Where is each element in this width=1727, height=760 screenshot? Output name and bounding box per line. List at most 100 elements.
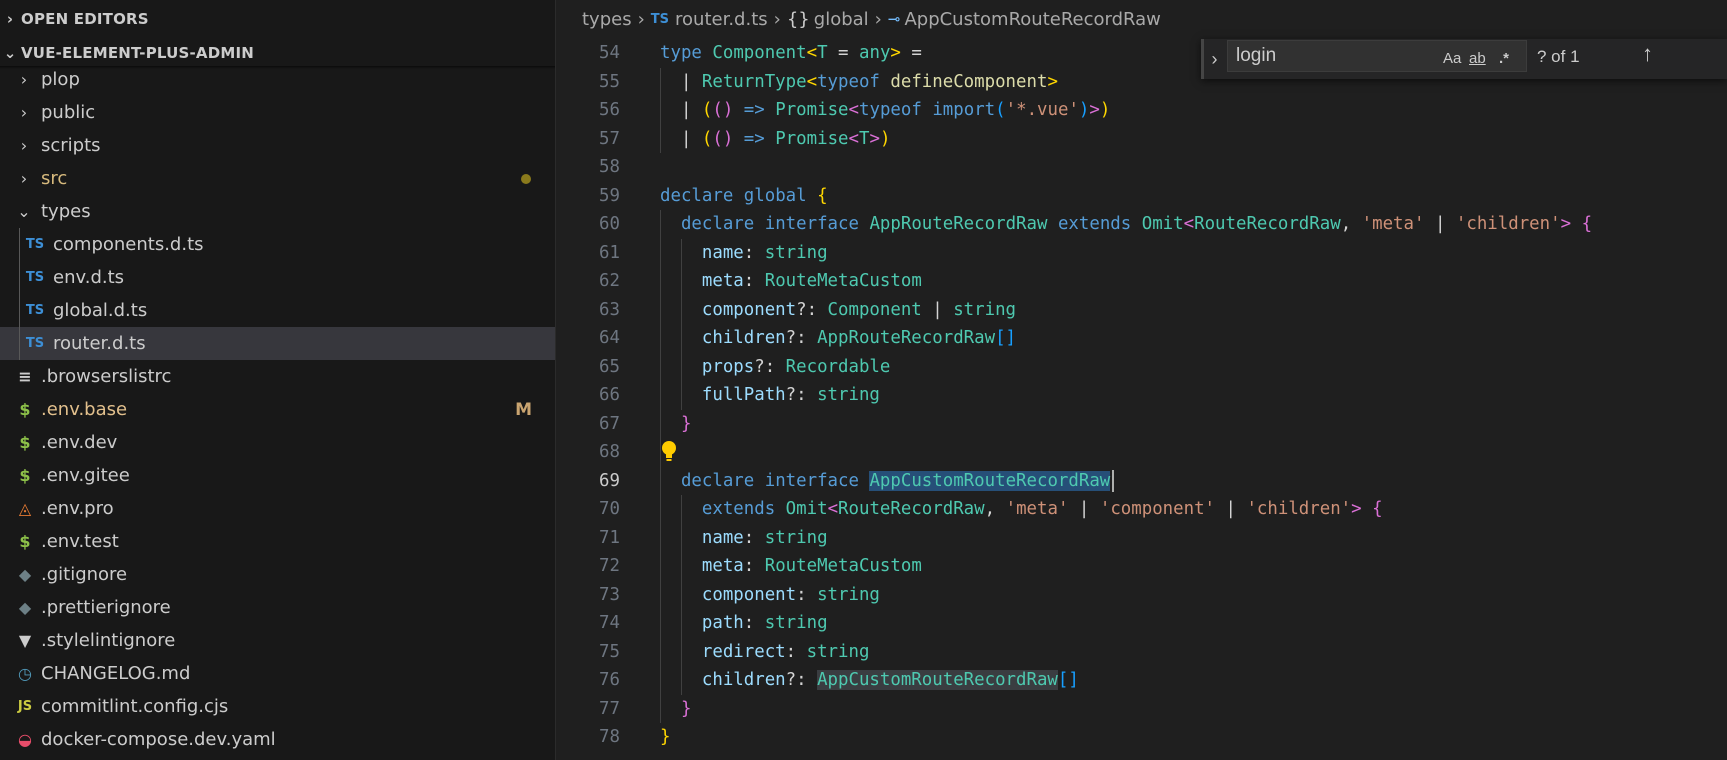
whole-word-button[interactable]: ab (1469, 47, 1486, 69)
file-name: router.d.ts (53, 333, 146, 354)
match-count: ? of 1 (1537, 47, 1580, 66)
line-number: 63 (599, 299, 620, 320)
file-name: .env.test (41, 531, 119, 552)
chevron-right-icon: › (20, 169, 28, 188)
lightbulb-icon[interactable] (660, 438, 678, 466)
file-name: commitlint.config.cjs (41, 696, 229, 717)
code-line: 59 declare global { (556, 182, 1727, 211)
file-item[interactable]: JS commitlint.config.cjs (0, 690, 555, 723)
file-item[interactable]: ≡ .browserslistrc (0, 360, 555, 393)
toggle-replace-button[interactable]: › (1201, 39, 1225, 79)
dollar-icon: $ (19, 466, 31, 485)
file-item[interactable]: ◬ .env.pro (0, 492, 555, 525)
line-number: 67 (599, 413, 620, 434)
code-line: 68 (556, 438, 1727, 467)
chevron-down-icon: ⌄ (3, 44, 17, 62)
line-number: 64 (599, 328, 620, 348)
breadcrumb-symbol[interactable]: AppCustomRouteRecordRaw (904, 9, 1160, 30)
docker-icon: ◒ (18, 730, 32, 749)
code-line: 73 component: string (556, 581, 1727, 610)
code-line: 70 extends Omit<RouteRecordRaw, 'meta' |… (556, 495, 1727, 524)
file-name: env.d.ts (53, 267, 125, 288)
previous-match-button[interactable]: ↑ (1642, 41, 1653, 67)
code-text: component: string (701, 584, 880, 605)
folder-item[interactable]: › scripts (0, 129, 555, 162)
code-text: children?: AppCustomRouteRecordRaw[] (701, 670, 1079, 690)
code-line: 76 children?: AppCustomRouteRecordRaw[] (556, 666, 1727, 695)
file-item[interactable]: $ .env.dev (0, 426, 555, 459)
line-number: 66 (599, 385, 620, 405)
code-line: 56 | (() => Promise<typeof import('*.vue… (556, 96, 1727, 125)
text-cursor (1111, 469, 1114, 492)
match-case-button[interactable]: Aa (1443, 47, 1461, 69)
file-item[interactable]: $ .env.test (0, 525, 555, 558)
javascript-file-icon: JS (17, 699, 33, 714)
file-name: components.d.ts (53, 234, 204, 255)
file-item[interactable]: ▼ .stylelintignore (0, 624, 555, 657)
code-text: children?: AppRouteRecordRaw[] (701, 328, 1017, 348)
file-item[interactable]: ◷ CHANGELOG.md (0, 657, 555, 690)
folder-item[interactable]: ⌄ types (0, 195, 555, 228)
file-item[interactable]: ◆ .gitignore (0, 558, 555, 591)
file-item[interactable]: TS router.d.ts (0, 327, 555, 360)
folder-item[interactable]: › src (0, 162, 555, 195)
line-number: 65 (599, 356, 620, 377)
modified-dot-icon (521, 173, 531, 184)
typescript-file-icon: TS (25, 270, 45, 285)
open-editors-header[interactable]: › OPEN EDITORS (0, 5, 555, 33)
code-line: 77 } (556, 695, 1727, 724)
git-icon: ◆ (18, 598, 32, 617)
find-input[interactable] (1236, 43, 1436, 69)
file-item[interactable]: $ .env.base M (0, 393, 555, 426)
file-item[interactable]: TS env.d.ts (0, 261, 555, 294)
folder-item[interactable]: › public (0, 96, 555, 129)
interface-symbol-icon: ⊸ (887, 10, 901, 28)
code-text: name: string (701, 242, 828, 263)
breadcrumb-folder[interactable]: types (582, 9, 632, 30)
code-line: 78} (556, 723, 1727, 752)
file-item[interactable]: TS global.d.ts (0, 294, 555, 327)
git-icon: ◆ (18, 565, 32, 584)
line-number: 75 (599, 641, 620, 662)
line-number: 61 (599, 242, 620, 263)
code-line: 60 declare interface AppRouteRecordRaw e… (556, 210, 1727, 239)
file-name: .env.pro (41, 498, 114, 519)
typescript-file-icon: TS (25, 303, 45, 318)
folder-item[interactable]: › plop (0, 63, 555, 96)
code-line: 67 } (556, 410, 1727, 439)
code-line: 62 meta: RouteMetaCustom (556, 267, 1727, 296)
file-item[interactable]: ◆ .prettierignore (0, 591, 555, 624)
file-name: global.d.ts (53, 300, 148, 321)
file-item[interactable]: ◒ docker-compose.dev.yaml (0, 723, 555, 756)
file-item[interactable]: TS components.d.ts (0, 228, 555, 261)
code-editor[interactable]: 54 type Component<T = any> = 55 | ReturnTy… (556, 39, 1727, 760)
line-number: 59 (599, 185, 620, 206)
code-text: meta: RouteMetaCustom (701, 271, 922, 291)
code-line: 72 meta: RouteMetaCustom (556, 552, 1727, 581)
breadcrumb-namespace[interactable]: global (814, 9, 869, 30)
file-name: types (41, 201, 91, 222)
code-text: redirect: string (701, 641, 870, 662)
code-text: meta: RouteMetaCustom (701, 556, 922, 576)
code-text: declare interface AppCustomRouteRecordRa… (680, 470, 1111, 491)
line-number: 69 (599, 470, 620, 491)
code-text: | (() => Promise<typeof import('*.vue')>… (660, 100, 1111, 120)
match-case-icon: Aa (1443, 49, 1462, 67)
file-item[interactable]: $ .env.gitee (0, 459, 555, 492)
regex-button[interactable]: .* (1499, 47, 1509, 69)
breadcrumb-separator-icon: › (637, 8, 645, 30)
chevron-down-icon: ⌄ (17, 202, 31, 221)
find-input-box[interactable]: Aa ab .* (1227, 40, 1527, 72)
breadcrumb-file[interactable]: router.d.ts (675, 9, 768, 30)
line-number: 76 (599, 670, 620, 690)
chevron-right-icon: › (20, 70, 28, 89)
chevron-right-icon: › (20, 136, 28, 155)
chevron-right-icon: › (1211, 48, 1218, 69)
vscode-window: › OPEN EDITORS ⌄ VUE-ELEMENT-PLUS-ADMIN … (0, 0, 1727, 760)
file-name: .gitignore (41, 564, 128, 585)
line-number: 72 (599, 556, 620, 576)
code-text: } (660, 727, 671, 747)
line-number: 62 (599, 271, 620, 291)
dollar-icon: $ (19, 532, 31, 551)
file-name: docker-compose.dev.yaml (41, 729, 276, 750)
